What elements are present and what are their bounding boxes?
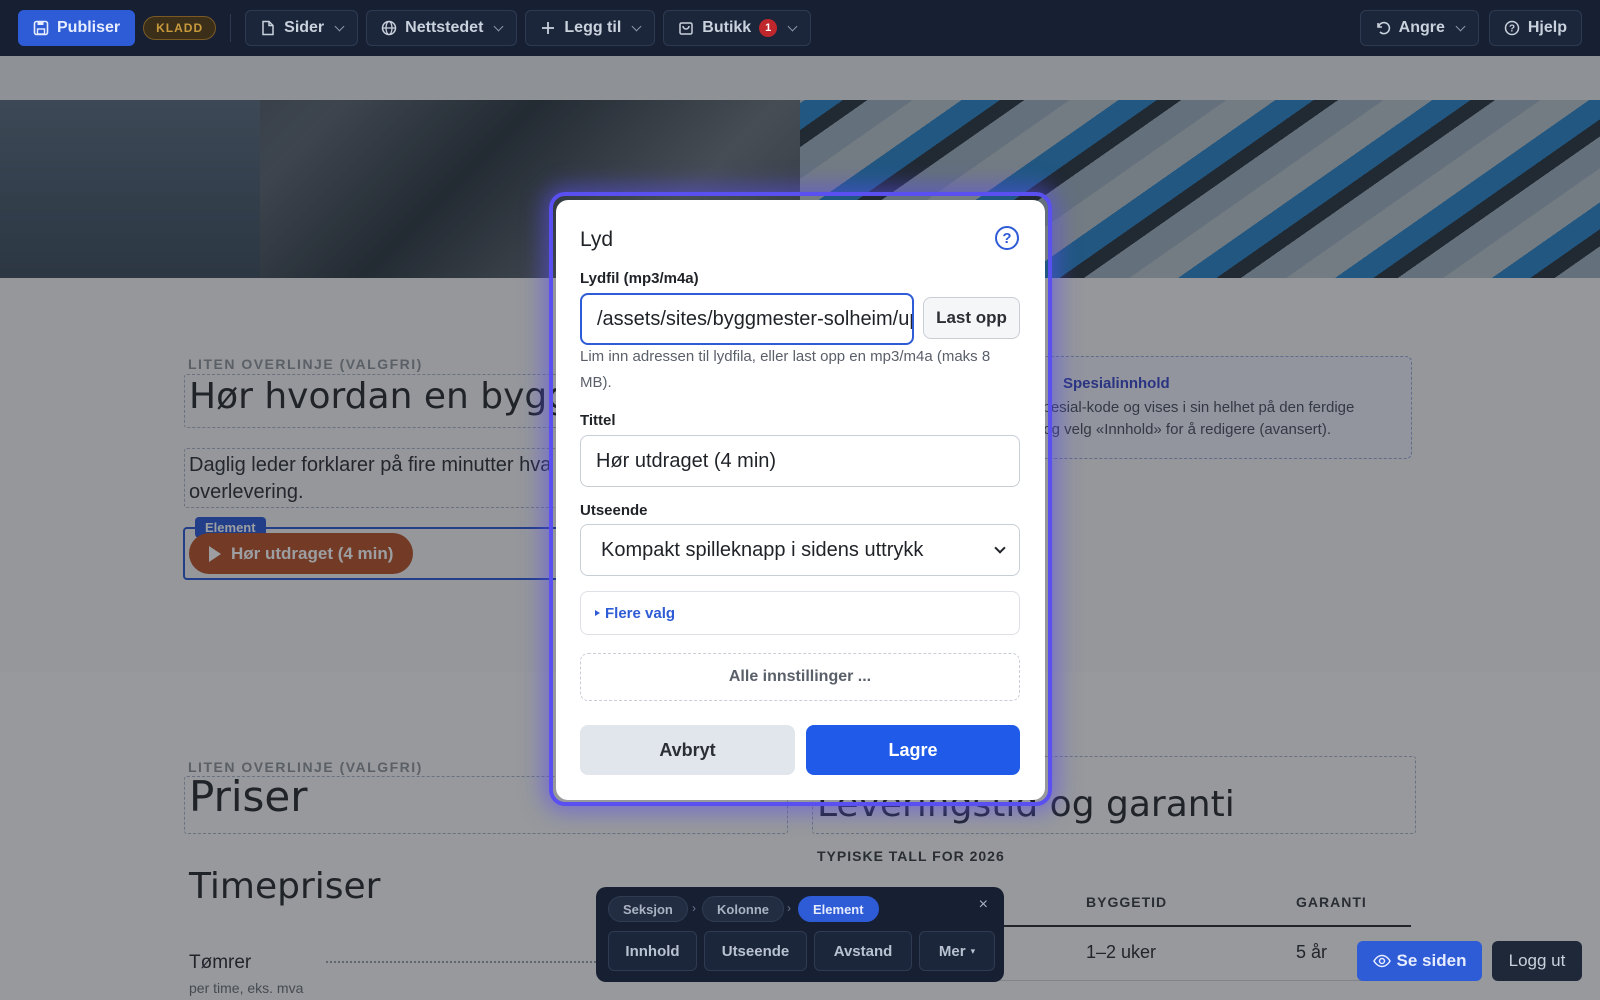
- spacing-button[interactable]: Avstand: [814, 931, 912, 971]
- shop-menu-button[interactable]: Butikk 1: [663, 10, 812, 46]
- shop-count-badge: 1: [759, 19, 778, 37]
- page-icon: [260, 20, 276, 36]
- chevron-down-icon: [1455, 21, 1466, 31]
- disclosure-triangle-icon: [595, 610, 600, 616]
- editor-toolbar: Publiser KLADD Sider Nettstedet Legg til…: [0, 0, 1600, 56]
- element-floating-toolbar: Seksjon › Kolonne › Element × Innhold Ut…: [596, 887, 1004, 982]
- breadcrumb-separator-icon: ›: [692, 901, 696, 915]
- publish-button[interactable]: Publiser: [18, 10, 136, 46]
- save-icon: [33, 20, 49, 36]
- caret-down-icon: ▾: [970, 945, 976, 956]
- chevron-down-icon: [334, 21, 345, 31]
- title-label: Tittel: [580, 412, 616, 429]
- content-button[interactable]: Innhold: [608, 931, 697, 971]
- breadcrumb-section[interactable]: Seksjon: [608, 896, 688, 922]
- appearance-label: Utseende: [580, 502, 648, 519]
- plus-icon: [540, 20, 556, 36]
- help-icon[interactable]: ?: [995, 226, 1019, 250]
- chevron-down-icon: [493, 21, 504, 31]
- logout-button[interactable]: Logg ut: [1492, 941, 1582, 981]
- help-icon: ?: [1504, 20, 1520, 36]
- audio-file-input[interactable]: /assets/sites/byggmester-solheim/up: [580, 293, 914, 345]
- appearance-selected-value: Kompakt spilleknapp i sidens uttrykk: [601, 538, 924, 561]
- appearance-select[interactable]: Kompakt spilleknapp i sidens uttrykk: [580, 524, 1020, 576]
- all-settings-button[interactable]: Alle innstillinger ...: [580, 653, 1020, 701]
- view-site-button[interactable]: Se siden: [1357, 941, 1482, 981]
- pages-menu-button[interactable]: Sider: [245, 10, 359, 46]
- title-input[interactable]: Hør utdraget (4 min): [580, 435, 1020, 487]
- dialog-title: Lyd: [580, 228, 614, 251]
- chevron-down-icon: [631, 21, 642, 31]
- more-button[interactable]: Mer ▾: [919, 931, 995, 971]
- globe-icon: [381, 20, 397, 36]
- audio-file-label: Lydfil (mp3/m4a): [580, 270, 699, 287]
- undo-icon: [1375, 20, 1391, 36]
- cancel-button[interactable]: Avbryt: [580, 725, 795, 775]
- chevron-down-icon: [787, 21, 798, 31]
- site-menu-button[interactable]: Nettstedet: [366, 10, 518, 46]
- undo-menu-button[interactable]: Angre: [1359, 10, 1479, 46]
- shopping-bag-icon: [678, 20, 694, 36]
- toolbar-divider: [230, 14, 232, 42]
- audio-settings-dialog: Lyd ? Lydfil (mp3/m4a) /assets/sites/byg…: [556, 200, 1045, 800]
- appearance-button[interactable]: Utseende: [704, 931, 807, 971]
- breadcrumb-separator-icon: ›: [787, 901, 791, 915]
- chevron-down-icon: [994, 542, 1006, 554]
- draft-badge: KLADD: [143, 16, 217, 40]
- breadcrumb-column[interactable]: Kolonne: [702, 896, 784, 922]
- close-icon[interactable]: ×: [979, 896, 988, 914]
- add-menu-button[interactable]: Legg til: [525, 10, 656, 46]
- breadcrumb-element[interactable]: Element: [798, 896, 879, 922]
- eye-icon: [1372, 953, 1391, 969]
- save-button[interactable]: Lagre: [806, 725, 1020, 775]
- more-options-toggle[interactable]: Flere valg: [580, 591, 1020, 635]
- svg-text:?: ?: [1509, 24, 1515, 35]
- help-button[interactable]: ? Hjelp: [1488, 10, 1582, 46]
- upload-button[interactable]: Last opp: [923, 297, 1020, 339]
- audio-file-hint: Lim inn adressen til lydfila, eller last…: [580, 348, 991, 391]
